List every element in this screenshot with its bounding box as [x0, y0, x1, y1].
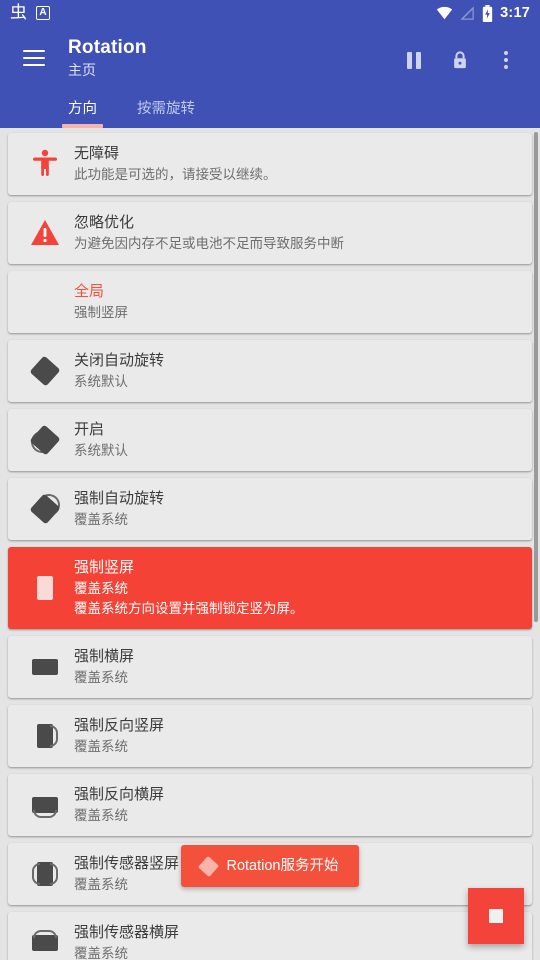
list-item-force-auto-rotate[interactable]: 强制自动旋转 覆盖系统: [8, 478, 532, 540]
list-item-force-portrait[interactable]: 强制竖屏 覆盖系统 覆盖系统方向设置并强制锁定竖为屏。: [8, 547, 532, 629]
list-item-title: 关闭自动旋转: [74, 352, 165, 369]
portrait-icon: [20, 576, 70, 600]
list-item-force-reverse-landscape[interactable]: 强制反向横屏 覆盖系统: [8, 774, 532, 836]
list-item-auto-rotate-off[interactable]: 关闭自动旋转 系统默认: [8, 340, 532, 402]
signal-off-icon: [460, 5, 475, 21]
tab-bar: 方向 按需旋转: [0, 86, 540, 128]
list-item-title: 开启: [74, 421, 105, 438]
list-item-body: 强制反向竖屏 覆盖系统: [70, 715, 520, 757]
list-item-subtitle: 系统默认: [74, 374, 128, 389]
list-item-title: 全局: [74, 283, 105, 300]
list-item-title: 强制竖屏: [74, 559, 135, 576]
rotate-plain-icon: [20, 355, 70, 387]
app-bar: Rotation 主页 方向 按需旋转: [0, 26, 540, 128]
sensor-portrait-icon: [20, 859, 70, 889]
list-item-subtitle: 覆盖系统: [74, 739, 128, 754]
list-item-title: 强制反向竖屏: [74, 717, 165, 734]
clock-label: 3:17: [500, 5, 530, 21]
status-bar-right: 3:17: [436, 4, 530, 22]
landscape-icon: [20, 659, 70, 675]
list-item-title: 忽略优化: [74, 214, 135, 231]
list-item-subtitle: 为避免因内存不足或电池不足而导致服务中断: [74, 236, 344, 251]
status-bar: 虫 A 3:17: [0, 0, 540, 26]
list-item-force-reverse-portrait[interactable]: 强制反向竖屏 覆盖系统: [8, 705, 532, 767]
list-item-subtitle: 覆盖系统: [74, 946, 128, 960]
list-item-title: 强制传感器横屏: [74, 924, 180, 941]
status-bar-left: 虫 A: [10, 2, 50, 23]
app-bar-titles: Rotation 主页: [68, 36, 392, 80]
reverse-portrait-icon: [20, 721, 70, 751]
settings-list[interactable]: 无障碍 此功能是可选的，请接受以继续。 忽略优化 为避免因内存不足或电池不足而导…: [0, 128, 540, 960]
hamburger-menu-icon[interactable]: [12, 36, 56, 80]
rotate-arc-bl-icon: [20, 424, 70, 457]
app-root: 虫 A 3:17 Rotation 主页 方向 按需旋转 无障碍 此功能是可选的…: [0, 0, 540, 960]
more-vert-icon: [504, 51, 508, 69]
stop-square-icon: [489, 909, 503, 923]
list-item-body: 关闭自动旋转 系统默认: [70, 350, 520, 392]
lock-button[interactable]: [438, 38, 482, 82]
list-item-body: 全局 强制竖屏: [70, 281, 520, 323]
rotation-diamond-icon: [198, 855, 220, 877]
list-item-ignore-optimization[interactable]: 忽略优化 为避免因内存不足或电池不足而导致服务中断: [8, 202, 532, 264]
list-item-subtitle: 强制竖屏: [74, 305, 128, 320]
sensor-landscape-icon: [20, 928, 70, 958]
rotation-service-toast[interactable]: Rotation服务开始: [181, 845, 359, 887]
bug-icon: 虫: [10, 2, 27, 23]
page-subtitle: 主页: [68, 62, 96, 78]
list-item-description: 覆盖系统方向设置并强制锁定竖为屏。: [74, 601, 304, 616]
list-item-title: 无障碍: [74, 145, 120, 162]
reverse-landscape-icon: [20, 790, 70, 820]
list-item-title: 强制反向横屏: [74, 786, 165, 803]
list-item-body: 强制自动旋转 覆盖系统: [70, 488, 520, 530]
list-item-body: 强制横屏 覆盖系统: [70, 646, 520, 688]
list-item-body: 无障碍 此功能是可选的，请接受以继续。: [70, 143, 520, 185]
wifi-icon: [436, 6, 453, 20]
accessibility-icon: [20, 149, 70, 179]
list-item-global[interactable]: 全局 强制竖屏: [8, 271, 532, 333]
list-item-body: 忽略优化 为避免因内存不足或电池不足而导致服务中断: [70, 212, 520, 254]
list-item-subtitle: 此功能是可选的，请接受以继续。: [74, 167, 277, 182]
rotation-service-toast-label: Rotation服务开始: [226, 857, 339, 874]
lock-icon: [451, 50, 469, 70]
list-item-subtitle: 覆盖系统: [74, 581, 128, 596]
list-item-subtitle: 覆盖系统: [74, 808, 128, 823]
list-scrollbar[interactable]: [534, 132, 538, 622]
ime-indicator-icon: A: [36, 6, 50, 20]
list-item-body: 强制竖屏 覆盖系统 覆盖系统方向设置并强制锁定竖为屏。: [70, 557, 520, 619]
stop-service-fab[interactable]: [468, 888, 524, 944]
pause-button[interactable]: [392, 38, 436, 82]
list-item-body: 强制传感器横屏 覆盖系统: [70, 922, 520, 960]
tab-direction[interactable]: 方向: [62, 101, 103, 128]
list-item-subtitle: 覆盖系统: [74, 670, 128, 685]
list-item-auto-rotate-on[interactable]: 开启 系统默认: [8, 409, 532, 471]
app-bar-actions: [392, 38, 528, 82]
list-item-subtitle: 系统默认: [74, 443, 128, 458]
list-item-force-landscape[interactable]: 强制横屏 覆盖系统: [8, 636, 532, 698]
app-bar-row: Rotation 主页: [0, 26, 540, 86]
page-title: Rotation: [68, 37, 147, 58]
list-item-title: 强制自动旋转: [74, 490, 165, 507]
warning-triangle-icon: [20, 219, 70, 247]
list-item-body: 开启 系统默认: [70, 419, 520, 461]
list-item-accessibility[interactable]: 无障碍 此功能是可选的，请接受以继续。: [8, 133, 532, 195]
list-item-title: 强制横屏: [74, 648, 135, 665]
list-item-body: 强制反向横屏 覆盖系统: [70, 784, 520, 826]
overflow-button[interactable]: [484, 38, 528, 82]
rotate-arc-tr-icon: [20, 491, 70, 525]
pause-icon: [407, 51, 421, 69]
list-item-subtitle: 覆盖系统: [74, 512, 128, 527]
tab-per-app-rotation[interactable]: 按需旋转: [131, 101, 201, 128]
battery-charging-icon: [482, 4, 493, 22]
list-item-force-sensor-landscape[interactable]: 强制传感器横屏 覆盖系统: [8, 912, 532, 960]
